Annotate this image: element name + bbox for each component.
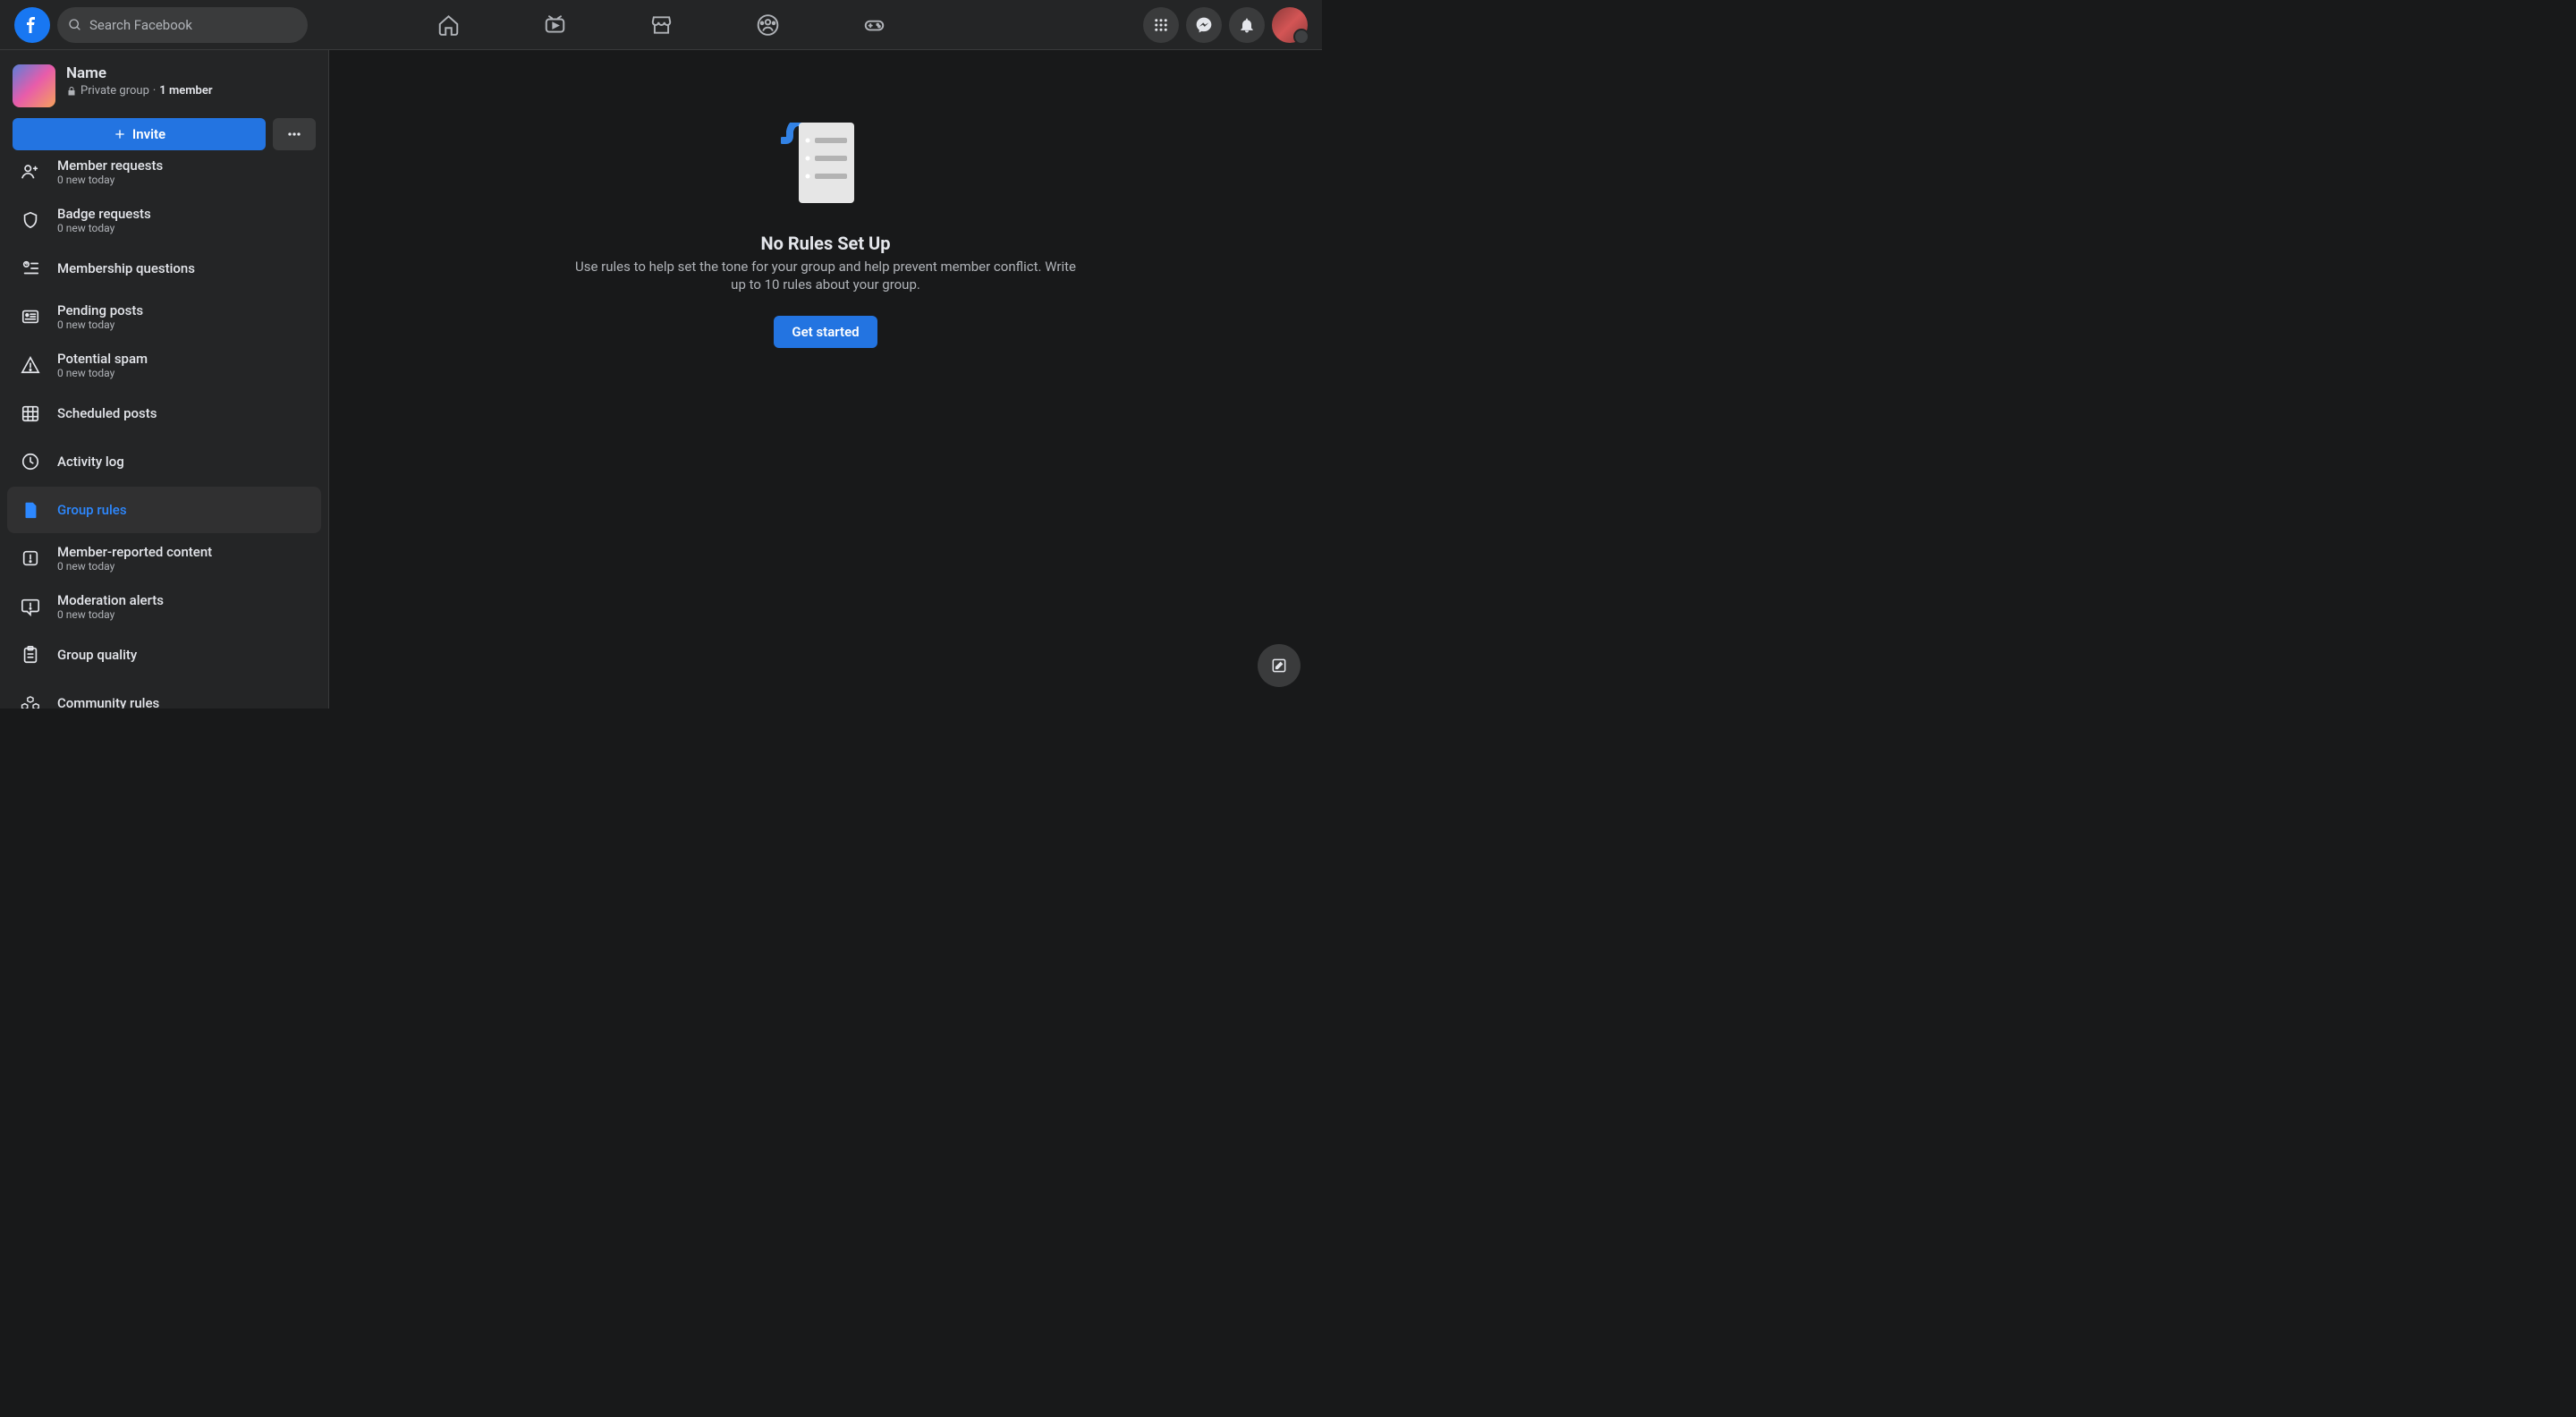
post-card-icon <box>14 301 47 333</box>
main-content: No Rules Set Up Use rules to help set th… <box>329 50 1322 708</box>
group-members: 1 member <box>159 84 212 98</box>
edit-icon <box>1270 657 1288 675</box>
document-icon <box>14 494 47 526</box>
top-nav <box>399 4 924 47</box>
sidebar-item-group-quality[interactable]: Group quality <box>7 632 321 678</box>
empty-state-description: Use rules to help set the tone for your … <box>575 258 1076 294</box>
sidebar-item-label: Community rules <box>57 695 159 708</box>
sidebar-item-sub: 0 new today <box>57 174 163 186</box>
sidebar-item-pending-posts[interactable]: Pending posts 0 new today <box>7 293 321 340</box>
nav-marketplace[interactable] <box>612 4 711 47</box>
notifications-button[interactable] <box>1229 7 1265 43</box>
sidebar-item-label: Member requests <box>57 157 163 174</box>
search-box[interactable] <box>57 7 308 43</box>
sidebar: Name Private group · 1 member Invite <box>0 50 329 708</box>
sidebar-item-moderation-alerts[interactable]: Moderation alerts 0 new today <box>7 583 321 630</box>
question-list-icon <box>14 252 47 284</box>
nav-watch[interactable] <box>505 4 605 47</box>
sidebar-item-sub: 0 new today <box>57 222 151 234</box>
nav-gaming[interactable] <box>825 4 924 47</box>
sidebar-item-label: Scheduled posts <box>57 405 157 421</box>
empty-state-title: No Rules Set Up <box>760 233 890 254</box>
sidebar-item-membership-questions[interactable]: Membership questions <box>7 245 321 292</box>
sidebar-item-group-rules[interactable]: Group rules <box>7 487 321 533</box>
warning-triangle-icon <box>14 349 47 381</box>
topbar-right <box>1143 7 1308 43</box>
sidebar-item-scheduled-posts[interactable]: Scheduled posts <box>7 390 321 437</box>
facebook-logo[interactable] <box>14 7 50 43</box>
nav-home[interactable] <box>399 4 498 47</box>
search-input[interactable] <box>89 17 297 33</box>
sidebar-item-member-reported[interactable]: Member-reported content 0 new today <box>7 535 321 581</box>
gaming-icon <box>862 13 886 37</box>
lock-icon <box>66 86 77 97</box>
sidebar-item-sub: 0 new today <box>57 367 148 379</box>
sidebar-item-label: Group rules <box>57 502 127 518</box>
alert-bubble-icon <box>14 590 47 623</box>
edit-fab-button[interactable] <box>1258 644 1301 687</box>
topbar <box>0 0 1322 50</box>
groups-icon <box>756 13 779 37</box>
group-meta: Private group · 1 member <box>66 84 213 98</box>
sidebar-item-sub: 0 new today <box>57 560 212 573</box>
sidebar-item-label: Badge requests <box>57 206 151 222</box>
person-plus-icon <box>14 156 47 188</box>
grid-icon <box>1153 17 1169 33</box>
sidebar-item-activity-log[interactable]: Activity log <box>7 438 321 485</box>
calendar-grid-icon <box>14 397 47 429</box>
sidebar-item-label: Pending posts <box>57 302 143 318</box>
sidebar-item-community-rules[interactable]: Community rules <box>7 680 321 708</box>
sidebar-item-label: Group quality <box>57 647 137 663</box>
sidebar-item-potential-spam[interactable]: Potential spam 0 new today <box>7 342 321 388</box>
sidebar-item-label: Member-reported content <box>57 544 212 560</box>
menu-button[interactable] <box>1143 7 1179 43</box>
shield-icon <box>14 204 47 236</box>
bell-icon <box>1238 16 1256 34</box>
sidebar-item-label: Potential spam <box>57 351 148 367</box>
dots-icon <box>285 125 303 143</box>
sidebar-item-badge-requests[interactable]: Badge requests 0 new today <box>7 197 321 243</box>
messenger-icon <box>1195 16 1213 34</box>
clipboard-icon <box>14 639 47 671</box>
empty-state-illustration <box>775 115 876 215</box>
group-header: Name Private group · 1 member <box>7 64 321 118</box>
more-button[interactable] <box>273 118 316 150</box>
home-icon <box>436 13 460 37</box>
get-started-button[interactable]: Get started <box>774 316 877 348</box>
sidebar-item-member-requests[interactable]: Member requests 0 new today <box>7 148 321 195</box>
report-square-icon <box>14 542 47 574</box>
search-icon <box>68 18 82 32</box>
account-avatar[interactable] <box>1272 7 1308 43</box>
invite-button[interactable]: Invite <box>13 118 266 150</box>
sidebar-item-label: Moderation alerts <box>57 592 164 608</box>
sidebar-item-sub: 0 new today <box>57 608 164 621</box>
marketplace-icon <box>649 13 673 37</box>
sidebar-item-label: Membership questions <box>57 260 195 276</box>
group-image[interactable] <box>13 64 55 107</box>
sidebar-item-sub: 0 new today <box>57 318 143 331</box>
nav-groups[interactable] <box>718 4 818 47</box>
sidebar-item-label: Activity log <box>57 454 124 470</box>
group-name[interactable]: Name <box>66 64 213 82</box>
watch-icon <box>543 13 566 37</box>
community-icon <box>14 687 47 708</box>
group-privacy: Private group <box>80 84 149 98</box>
messenger-button[interactable] <box>1186 7 1222 43</box>
clock-icon <box>14 445 47 478</box>
plus-icon <box>113 127 127 141</box>
